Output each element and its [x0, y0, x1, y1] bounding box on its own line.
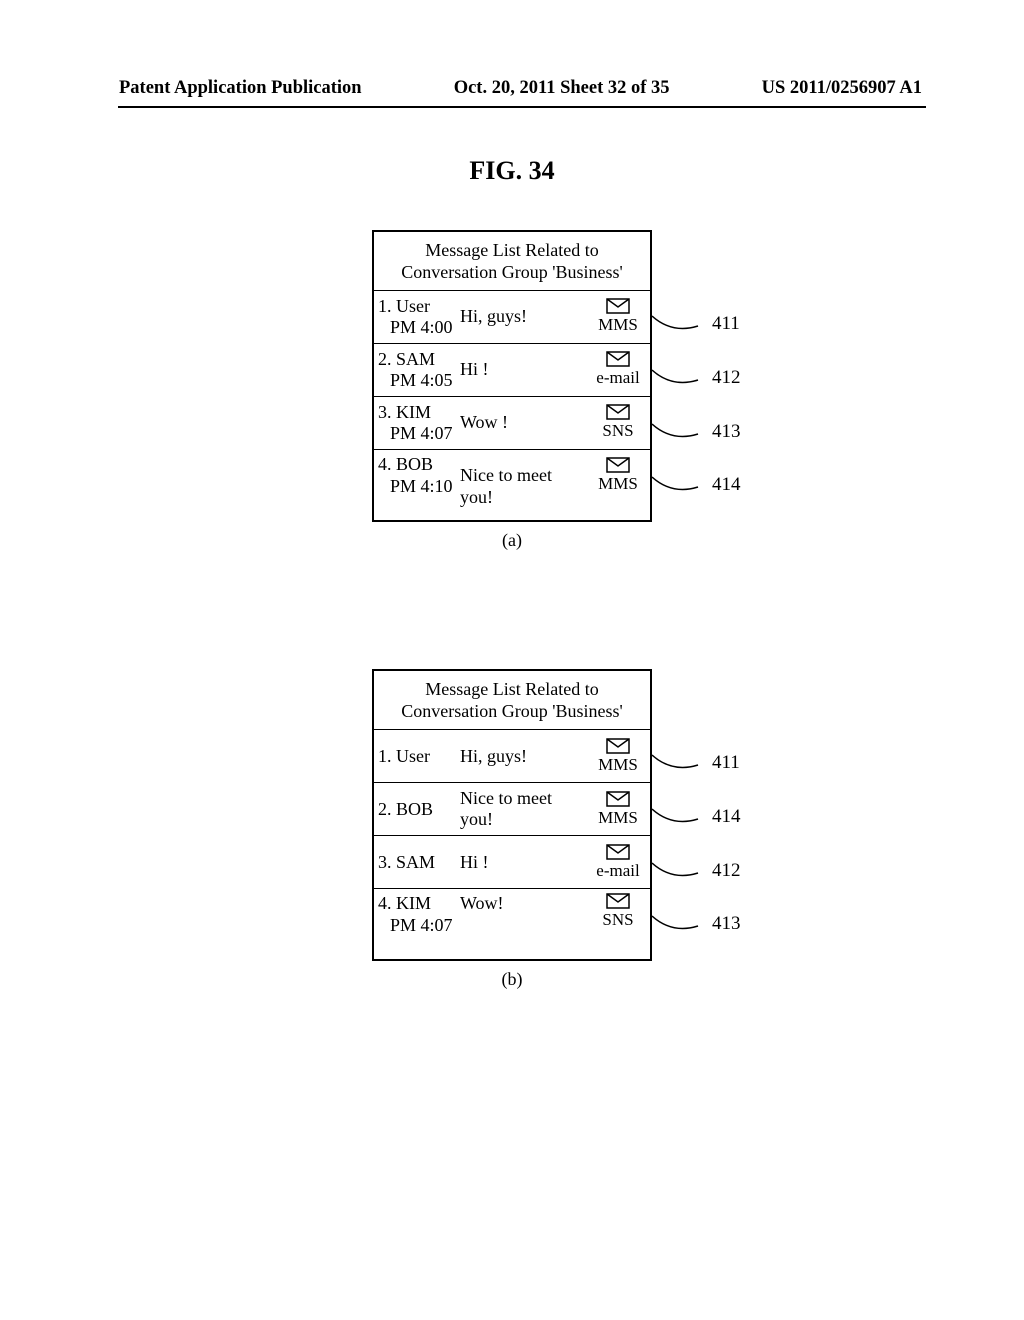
- list-item[interactable]: 4. BOB PM 4:10 Nice to meet you! MMS: [374, 450, 650, 520]
- type-label: SNS: [592, 421, 644, 441]
- envelope-icon: [606, 844, 630, 860]
- header-right: US 2011/0256907 A1: [762, 78, 922, 99]
- time-label: PM 4:10: [390, 476, 460, 498]
- ref-number: 412: [712, 860, 741, 882]
- type-label: e-mail: [592, 368, 644, 388]
- type-label: e-mail: [592, 861, 644, 881]
- ref-number: 411: [712, 313, 740, 335]
- sender-label: 2. SAM: [378, 349, 460, 371]
- callout-b-414: 414: [652, 805, 741, 829]
- type-label: MMS: [592, 315, 644, 335]
- list-item[interactable]: 2. BOB Nice to meet you! MMS: [374, 783, 650, 836]
- header-rule: [118, 106, 926, 108]
- callout-b-413: 413: [652, 912, 741, 936]
- list-item[interactable]: 2. SAM PM 4:05 Hi ! e-mail: [374, 344, 650, 397]
- sender-label: 4. BOB: [378, 454, 460, 476]
- time-label: PM 4:00: [390, 317, 460, 339]
- header-left: Patent Application Publication: [119, 78, 362, 99]
- callout-411: 411: [652, 312, 740, 336]
- type-label: MMS: [592, 755, 644, 775]
- envelope-icon: [606, 893, 630, 909]
- ref-number: 414: [712, 806, 741, 828]
- panel-b-title-line1: Message List Related to: [378, 679, 646, 701]
- sender-label: 4. KIM: [378, 893, 460, 915]
- callout-414: 414: [652, 473, 741, 497]
- list-item[interactable]: 1. User PM 4:00 Hi, guys! MMS: [374, 291, 650, 344]
- envelope-icon: [606, 791, 630, 807]
- ref-number: 413: [712, 421, 741, 443]
- panel-b-title-line2: Conversation Group 'Business': [378, 701, 646, 723]
- ref-number: 414: [712, 474, 741, 496]
- time-label: PM 4:05: [390, 370, 460, 392]
- header-center: Oct. 20, 2011 Sheet 32 of 35: [454, 78, 670, 99]
- sender-label: 1. User: [378, 746, 460, 768]
- sender-label: 2. BOB: [378, 799, 460, 821]
- callout-b-411: 411: [652, 751, 740, 775]
- ref-number: 411: [712, 752, 740, 774]
- figure-number: FIG. 34: [0, 156, 1024, 186]
- envelope-icon: [606, 738, 630, 754]
- list-item[interactable]: 1. User Hi, guys! MMS: [374, 730, 650, 783]
- ref-number: 412: [712, 367, 741, 389]
- panel-b-sublabel: (b): [0, 969, 1024, 990]
- type-label: SNS: [592, 910, 644, 930]
- panel-a-title-line1: Message List Related to: [378, 240, 646, 262]
- list-item[interactable]: 4. KIM PM 4:07 Wow! SNS: [374, 889, 650, 959]
- callout-412: 412: [652, 366, 741, 390]
- message-text: Wow!: [460, 893, 592, 915]
- callout-b-412: 412: [652, 859, 741, 883]
- message-text: Nice to meet you!: [460, 454, 592, 508]
- type-label: MMS: [592, 808, 644, 828]
- sender-label: 3. KIM: [378, 402, 460, 424]
- panel-a-title: Message List Related to Conversation Gro…: [374, 232, 650, 291]
- sender-label: 3. SAM: [378, 852, 460, 874]
- message-text: Hi, guys!: [460, 746, 592, 768]
- envelope-icon: [606, 404, 630, 420]
- time-label: PM 4:07: [390, 423, 460, 445]
- sender-label: 1. User: [378, 296, 460, 318]
- list-item[interactable]: 3. SAM Hi ! e-mail: [374, 836, 650, 889]
- time-label: PM 4:07: [390, 915, 460, 937]
- panel-a-title-line2: Conversation Group 'Business': [378, 262, 646, 284]
- message-text: Nice to meet you!: [460, 788, 592, 831]
- envelope-icon: [606, 457, 630, 473]
- envelope-icon: [606, 351, 630, 367]
- message-text: Hi !: [460, 359, 592, 381]
- message-text: Hi, guys!: [460, 306, 592, 328]
- panel-b: Message List Related to Conversation Gro…: [372, 669, 652, 961]
- panel-b-title: Message List Related to Conversation Gro…: [374, 671, 650, 730]
- message-text: Hi !: [460, 852, 592, 874]
- envelope-icon: [606, 298, 630, 314]
- ref-number: 413: [712, 913, 741, 935]
- page-header: Patent Application Publication Oct. 20, …: [0, 0, 1024, 99]
- list-item[interactable]: 3. KIM PM 4:07 Wow ! SNS: [374, 397, 650, 450]
- panel-a-sublabel: (a): [0, 530, 1024, 551]
- type-label: MMS: [592, 474, 644, 494]
- panel-a: Message List Related to Conversation Gro…: [372, 230, 652, 522]
- callout-413: 413: [652, 420, 741, 444]
- message-text: Wow !: [460, 412, 592, 434]
